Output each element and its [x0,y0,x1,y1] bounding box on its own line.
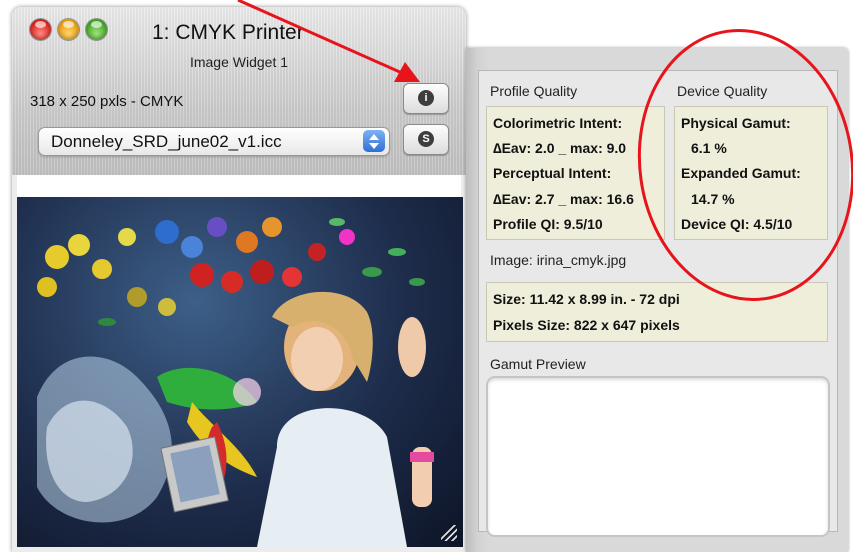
info-icon: i [418,90,434,106]
device-quality-line: Device QI: 4.5/10 [681,216,793,232]
device-quality-line: 14.7 % [691,191,735,207]
profile-quality-header: Profile Quality [490,83,578,99]
zoom-button[interactable] [86,19,107,40]
profile-quality-line: Profile QI: 9.5/10 [493,216,603,232]
window-subtitle: Image Widget 1 [189,54,289,70]
image-widget-window: 1: CMYK Printer Image Widget 1 318 x 250… [12,7,466,552]
device-quality-box: Physical Gamut: 6.1 % Expanded Gamut: 14… [674,106,828,240]
photo-illustration [37,217,434,547]
device-quality-line: Expanded Gamut: [681,165,801,181]
profile-quality-box: Colorimetric Intent: ∆Eav: 2.0 _ max: 9.… [486,106,665,240]
image-filename-header: Image: irina_cmyk.jpg [490,252,627,268]
minimize-button[interactable] [58,19,79,40]
info-button[interactable]: i [403,83,449,114]
title-bar: 1: CMYK Printer Image Widget 1 318 x 250… [12,7,466,175]
resize-grip-icon[interactable] [441,525,457,541]
profile-quality-line: ∆Eav: 2.0 _ max: 9.0 [493,140,627,156]
gamut-preview-header: Gamut Preview [490,356,586,372]
profile-select-value: Donneley_SRD_june02_v1.icc [51,132,282,151]
popup-arrows-icon [363,130,385,152]
image-preview [17,197,463,547]
profile-quality-line: Colorimetric Intent: [493,115,623,131]
image-size-line: Size: 11.42 x 8.99 in. - 72 dpi [493,291,680,307]
gamut-preview-area [486,376,830,537]
image-info-text: 318 x 250 pxls - CMYK [30,93,184,110]
device-quality-line: Physical Gamut: [681,115,791,131]
image-pixels-line: Pixels Size: 822 x 647 pixels [493,317,680,333]
s-icon: S [418,131,434,147]
window-title: 1: CMYK Printer [152,21,304,44]
image-top-strip [17,175,461,197]
profile-quality-line: Perceptual Intent: [493,165,612,181]
profile-select[interactable]: Donneley_SRD_june02_v1.icc [38,127,390,156]
s-button[interactable]: S [403,124,449,155]
close-button[interactable] [30,19,51,40]
device-quality-header: Device Quality [677,83,768,99]
image-size-box: Size: 11.42 x 8.99 in. - 72 dpi Pixels S… [486,282,828,342]
device-quality-line: 6.1 % [691,140,727,156]
profile-quality-line: ∆Eav: 2.7 _ max: 16.6 [493,191,634,207]
